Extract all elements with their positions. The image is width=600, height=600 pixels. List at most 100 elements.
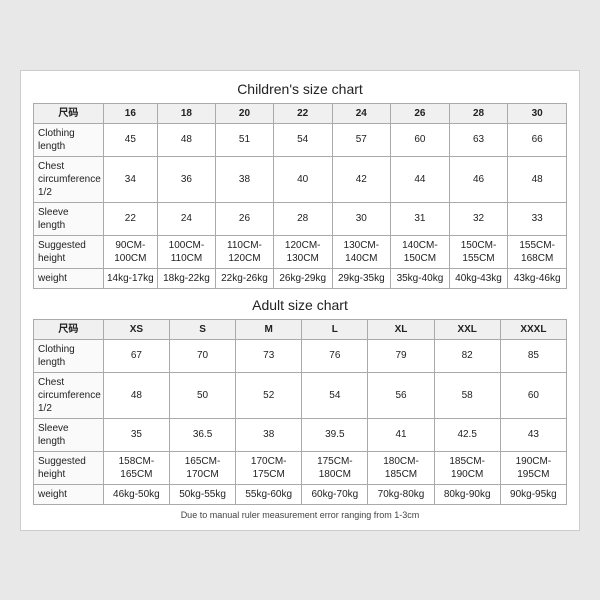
cell-4-0: 46kg-50kg: [103, 484, 169, 504]
cell-2-1: 24: [157, 202, 215, 235]
col-header-0: 尺码: [34, 319, 104, 339]
cell-3-6: 150CM-155CM: [449, 235, 508, 268]
cell-2-6: 32: [449, 202, 508, 235]
cell-0-2: 73: [236, 339, 302, 372]
cell-1-1: 36: [157, 156, 215, 202]
col-header-4: L: [302, 319, 368, 339]
cell-2-5: 31: [391, 202, 450, 235]
cell-4-4: 70kg-80kg: [368, 484, 434, 504]
cell-4-6: 40kg-43kg: [449, 268, 508, 288]
cell-0-3: 76: [302, 339, 368, 372]
table-row: Clothing length67707376798285: [34, 339, 567, 372]
row-label-2: Sleeve length: [34, 418, 104, 451]
table-row: Suggested height158CM-165CM165CM-170CM17…: [34, 451, 567, 484]
table-row: Chest circumference 1/23436384042444648: [34, 156, 567, 202]
cell-0-6: 85: [500, 339, 566, 372]
cell-4-6: 90kg-95kg: [500, 484, 566, 504]
cell-1-4: 42: [332, 156, 391, 202]
chart-container: Children's size chart 尺码1618202224262830…: [20, 70, 580, 531]
cell-0-7: 66: [508, 123, 567, 156]
cell-3-2: 110CM-120CM: [216, 235, 274, 268]
cell-4-1: 50kg-55kg: [169, 484, 235, 504]
cell-2-3: 39.5: [302, 418, 368, 451]
cell-2-7: 33: [508, 202, 567, 235]
cell-2-4: 30: [332, 202, 391, 235]
col-header-1: XS: [103, 319, 169, 339]
col-header-5: 24: [332, 103, 391, 123]
cell-0-5: 82: [434, 339, 500, 372]
cell-3-5: 140CM-150CM: [391, 235, 450, 268]
cell-3-4: 180CM-185CM: [368, 451, 434, 484]
col-header-1: 16: [103, 103, 157, 123]
row-label-3: Suggested height: [34, 235, 104, 268]
cell-3-1: 165CM-170CM: [169, 451, 235, 484]
children-chart-title: Children's size chart: [33, 81, 567, 97]
col-header-7: XXXL: [500, 319, 566, 339]
col-header-6: 26: [391, 103, 450, 123]
cell-2-0: 22: [103, 202, 157, 235]
cell-3-1: 100CM-110CM: [157, 235, 215, 268]
cell-4-5: 35kg-40kg: [391, 268, 450, 288]
row-label-0: Clothing length: [34, 123, 104, 156]
cell-1-0: 34: [103, 156, 157, 202]
children-table: 尺码1618202224262830 Clothing length454851…: [33, 103, 567, 289]
cell-0-1: 70: [169, 339, 235, 372]
table-row: Suggested height90CM-100CM100CM-110CM110…: [34, 235, 567, 268]
adult-table: 尺码XSSMLXLXXLXXXL Clothing length67707376…: [33, 319, 567, 505]
adult-header-row: 尺码XSSMLXLXXLXXXL: [34, 319, 567, 339]
cell-2-2: 26: [216, 202, 274, 235]
cell-2-0: 35: [103, 418, 169, 451]
table-row: Chest circumference 1/248505254565860: [34, 372, 567, 418]
cell-4-5: 80kg-90kg: [434, 484, 500, 504]
cell-1-5: 58: [434, 372, 500, 418]
cell-1-0: 48: [103, 372, 169, 418]
col-header-2: S: [169, 319, 235, 339]
table-row: weight46kg-50kg50kg-55kg55kg-60kg60kg-70…: [34, 484, 567, 504]
cell-3-0: 90CM-100CM: [103, 235, 157, 268]
cell-2-4: 41: [368, 418, 434, 451]
cell-4-7: 43kg-46kg: [508, 268, 567, 288]
table-row: Sleeve length3536.53839.54142.543: [34, 418, 567, 451]
cell-0-4: 57: [332, 123, 391, 156]
cell-1-7: 48: [508, 156, 567, 202]
cell-3-6: 190CM-195CM: [500, 451, 566, 484]
cell-1-5: 44: [391, 156, 450, 202]
col-header-7: 28: [449, 103, 508, 123]
col-header-8: 30: [508, 103, 567, 123]
cell-0-6: 63: [449, 123, 508, 156]
cell-0-0: 67: [103, 339, 169, 372]
cell-1-4: 56: [368, 372, 434, 418]
col-header-0: 尺码: [34, 103, 104, 123]
cell-0-0: 45: [103, 123, 157, 156]
row-label-1: Chest circumference 1/2: [34, 156, 104, 202]
cell-4-2: 55kg-60kg: [236, 484, 302, 504]
cell-1-6: 46: [449, 156, 508, 202]
cell-1-6: 60: [500, 372, 566, 418]
children-header-row: 尺码1618202224262830: [34, 103, 567, 123]
col-header-6: XXL: [434, 319, 500, 339]
cell-0-5: 60: [391, 123, 450, 156]
cell-3-5: 185CM-190CM: [434, 451, 500, 484]
row-label-4: weight: [34, 484, 104, 504]
cell-2-6: 43: [500, 418, 566, 451]
cell-4-0: 14kg-17kg: [103, 268, 157, 288]
cell-1-2: 38: [216, 156, 274, 202]
cell-1-3: 54: [302, 372, 368, 418]
row-label-3: Suggested height: [34, 451, 104, 484]
cell-0-2: 51: [216, 123, 274, 156]
row-label-0: Clothing length: [34, 339, 104, 372]
cell-4-3: 60kg-70kg: [302, 484, 368, 504]
cell-4-1: 18kg-22kg: [157, 268, 215, 288]
cell-4-2: 22kg-26kg: [216, 268, 274, 288]
col-header-3: M: [236, 319, 302, 339]
table-row: weight14kg-17kg18kg-22kg22kg-26kg26kg-29…: [34, 268, 567, 288]
col-header-4: 22: [273, 103, 332, 123]
cell-3-2: 170CM-175CM: [236, 451, 302, 484]
cell-2-1: 36.5: [169, 418, 235, 451]
adult-chart-title: Adult size chart: [33, 297, 567, 313]
cell-1-1: 50: [169, 372, 235, 418]
cell-2-2: 38: [236, 418, 302, 451]
table-row: Sleeve length2224262830313233: [34, 202, 567, 235]
table-row: Clothing length4548515457606366: [34, 123, 567, 156]
cell-4-3: 26kg-29kg: [273, 268, 332, 288]
